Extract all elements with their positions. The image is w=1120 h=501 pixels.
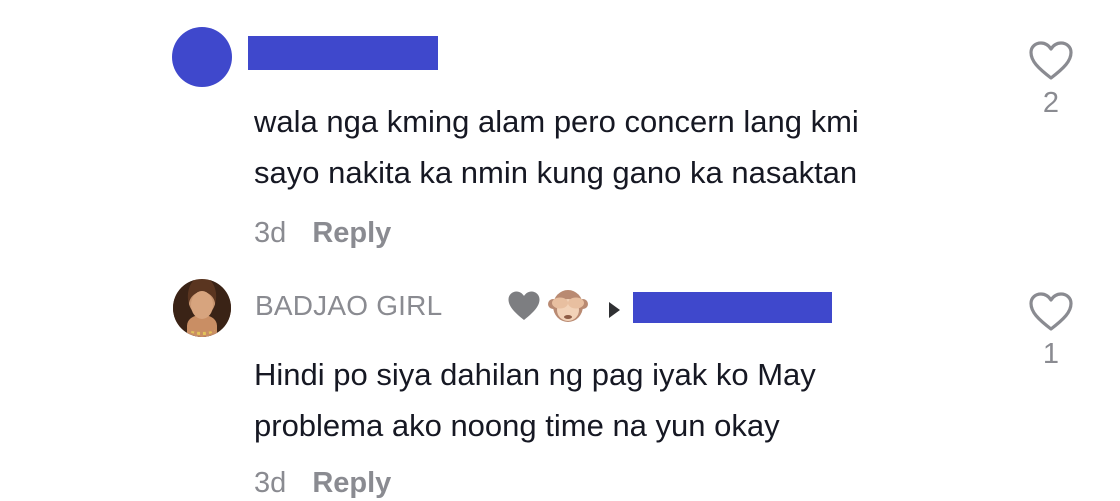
reply-button[interactable]: Reply xyxy=(312,217,391,249)
comment-text-line: sayo nakita ka nmin kung gano ka nasakta… xyxy=(254,155,858,190)
like-button[interactable]: 1 xyxy=(1025,291,1077,371)
comment-timestamp: 3d xyxy=(254,217,287,249)
reply-button[interactable]: Reply xyxy=(312,467,391,499)
avatar-necklace xyxy=(189,324,215,335)
like-count: 2 xyxy=(1042,87,1060,119)
heart-outline-icon[interactable] xyxy=(1028,40,1074,82)
avatar-face xyxy=(191,291,213,319)
comment-text-line: Hindi po siya dahilan ng pag iyak ko May xyxy=(254,357,816,392)
comment-timestamp: 3d xyxy=(254,467,287,499)
comment-item: wala nga kming alam pero concern lang km… xyxy=(0,0,1120,260)
comment-text-line: wala nga kming alam pero concern lang km… xyxy=(254,104,859,139)
comment-text-line: problema ako noong time na yun okay xyxy=(254,408,780,443)
like-button[interactable]: 2 xyxy=(1025,40,1077,120)
grey-heart-emoji xyxy=(508,291,540,320)
like-count: 1 xyxy=(1042,338,1060,370)
redacted-username xyxy=(248,36,438,70)
avatar[interactable] xyxy=(172,27,232,87)
heart-outline-icon[interactable] xyxy=(1028,291,1074,333)
comment-meta: 3d Reply xyxy=(254,465,391,501)
comment-username[interactable]: BADJAO GIRL xyxy=(255,289,442,323)
triangle-right-icon xyxy=(609,302,620,318)
redacted-reply-to-username xyxy=(633,292,832,323)
avatar[interactable] xyxy=(173,279,231,337)
see-no-evil-monkey-emoji xyxy=(548,290,588,322)
comment-meta: 3d Reply xyxy=(254,215,391,251)
